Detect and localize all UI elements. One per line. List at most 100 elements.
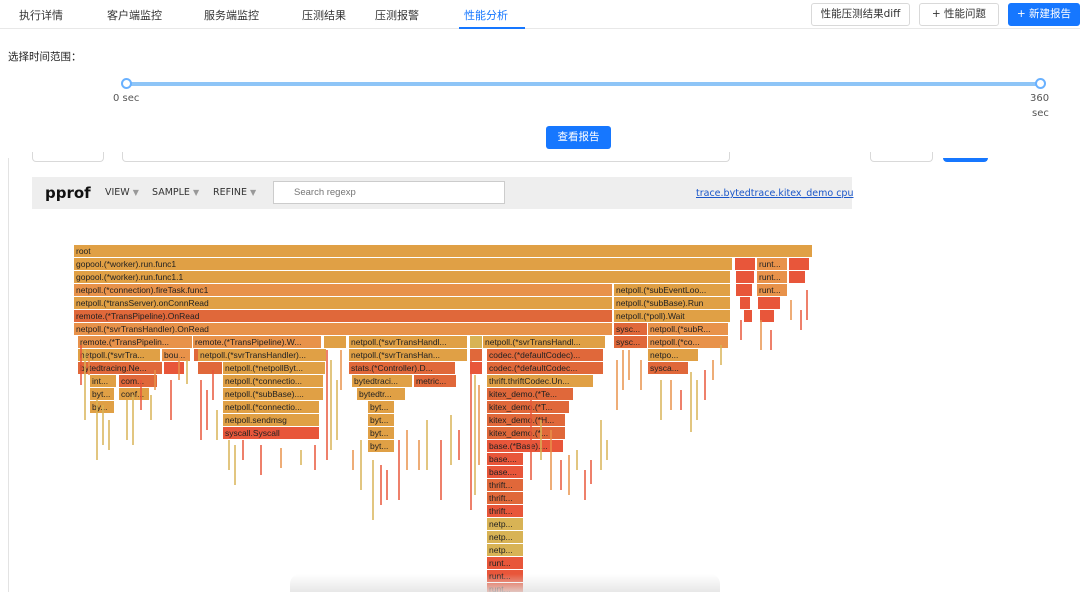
flame-frame[interactable] [324,336,346,348]
flame-tail [170,380,172,420]
flame-frame[interactable]: netpoll.(*subBase).Run [614,297,730,309]
flame-tail [234,445,236,485]
flame-frame[interactable]: gopool.(*worker).run.func1.1 [74,271,730,283]
flame-frame[interactable]: netpoll.(*transServer).onConnRead [74,297,612,309]
flame-frame[interactable]: kitex_demo.(*Te... [487,388,573,400]
flame-frame[interactable] [758,297,780,309]
flame-tail [704,370,706,400]
flame-frame[interactable] [736,271,754,283]
flame-frame[interactable]: byt... [368,414,394,426]
flame-tail [740,320,742,340]
flame-frame[interactable]: netpo... [648,349,698,361]
flame-frame[interactable]: sysc... [614,336,647,348]
flame-tail [474,375,476,495]
flame-frame[interactable]: runt... [487,557,523,569]
flame-frame[interactable]: thrift... [487,505,523,517]
flame-frame[interactable]: com... [119,375,157,387]
flame-frame[interactable]: base.... [487,453,523,465]
flame-frame[interactable]: kitex_demo.(*T... [487,401,569,413]
flame-frame[interactable] [164,362,184,374]
flame-frame[interactable]: byt... [368,401,394,413]
flame-frame[interactable]: byt... [368,427,394,439]
flame-frame[interactable]: codec.(*defaultCodec)... [487,349,603,361]
flame-frame[interactable]: netpoll.(*svrTra... [78,349,160,361]
flame-frame[interactable]: netpoll.(*subEventLoo... [614,284,730,296]
pprof-view-menu[interactable]: VIEW ▼ [105,187,139,198]
flame-tail [300,450,302,465]
flame-frame[interactable]: netpoll.(*svrTransHandler)... [198,349,326,361]
flame-tail [96,400,98,460]
flame-frame[interactable]: byt... [90,388,114,400]
flame-frame[interactable]: byt... [368,440,394,452]
flame-frame[interactable]: netpoll.(*connection).fireTask.func1 [74,284,612,296]
pprof-sample-menu[interactable]: SAMPLE ▼ [152,187,199,198]
flame-frame[interactable] [789,258,809,270]
flame-tail [440,440,442,500]
flame-frame[interactable]: base.... [487,466,523,478]
profile-link[interactable]: trace.bytedtrace.kitex_demo cpu [696,188,853,199]
flame-frame[interactable]: syscall.Syscall [223,427,319,439]
flame-frame[interactable]: netpoll.(*svrTransHandler).OnRead [74,323,612,335]
flame-tail [640,360,642,390]
flame-frame[interactable]: thrift... [487,492,523,504]
flame-frame[interactable]: int... [90,375,116,387]
flame-frame[interactable]: remote.(*TransPipeline).W... [193,336,321,348]
flame-frame[interactable] [736,284,752,296]
flame-tail [806,290,808,320]
flame-frame[interactable]: netpoll.(*svrTransHan... [349,349,467,361]
flame-frame[interactable]: conf... [119,388,149,400]
flame-frame[interactable]: gopool.(*worker).run.func1 [74,258,732,270]
flame-frame[interactable]: netpoll.(*svrTransHandl... [483,336,605,348]
pprof-refine-menu[interactable]: REFINE ▼ [213,187,256,198]
flame-frame[interactable]: remote.(*TransPipelin... [78,336,192,348]
flame-tail [186,360,188,384]
flame-tail [712,360,714,380]
flame-frame[interactable]: metric... [414,375,456,387]
flame-frame[interactable]: netp... [487,544,523,556]
flame-frame[interactable]: netp... [487,518,523,530]
flame-tail [360,440,362,490]
flame-frame[interactable]: netpoll.(*subR... [648,323,728,335]
flame-tail [590,460,592,484]
flame-frame[interactable]: codec.(*defaultCodec... [487,362,603,374]
flame-frame[interactable]: netpoll.(*co... [648,336,728,348]
flame-frame[interactable]: netpoll.(*netpollByt... [223,362,325,374]
flame-tail [550,430,552,490]
flame-frame[interactable]: thrift... [487,479,523,491]
flame-frame[interactable]: netpoll.(*poll).Wait [614,310,730,322]
flame-frame[interactable] [470,336,482,348]
flame-frame[interactable]: runt... [757,258,787,270]
flame-frame[interactable] [735,258,755,270]
flame-frame[interactable]: sysca... [648,362,688,374]
flame-frame[interactable]: runt... [757,271,787,283]
flame-frame[interactable]: netp... [487,531,523,543]
flame-tail [228,440,230,470]
pprof-search-input[interactable] [273,181,505,204]
flame-frame[interactable]: runt... [757,284,787,296]
flame-tail [352,450,354,470]
flame-frame[interactable]: remote.(*TransPipeline).OnRead [74,310,612,322]
flame-frame[interactable]: netpoll.(*svrTransHandl... [349,336,467,348]
flame-graph: root gopool.(*worker).run.func1 runt... gop… [0,0,1080,592]
flame-frame[interactable]: bytedtraci... [352,375,412,387]
flame-frame[interactable]: netpoll.(*connectio... [223,375,323,387]
flame-frame[interactable]: sysc... [614,323,647,335]
flame-frame[interactable]: kitex_demo.(*... [487,427,565,439]
flame-frame[interactable]: kitex_demo.(*H... [487,414,565,426]
flame-frame[interactable] [789,271,805,283]
flame-frame[interactable]: netpoll.(*connectio... [223,401,319,413]
flame-frame[interactable]: netpoll.sendmsg [223,414,319,426]
flame-frame[interactable]: bytedtr... [357,388,405,400]
flame-frame[interactable]: root [74,245,812,257]
flame-tail [108,420,110,450]
flame-frame[interactable]: thrift.thriftCodec.Un... [487,375,593,387]
flame-frame[interactable] [740,297,750,309]
flame-frame[interactable]: netpoll.(*subBase).... [223,388,323,400]
flame-frame[interactable] [744,310,752,322]
flame-tail [178,350,180,380]
flame-frame[interactable]: bytedtracing.Ne... [78,362,162,374]
flame-frame[interactable] [760,310,774,322]
flame-tail [584,470,586,500]
flame-frame[interactable]: stats.(*Controller).D... [349,362,455,374]
flame-frame[interactable] [198,362,222,374]
